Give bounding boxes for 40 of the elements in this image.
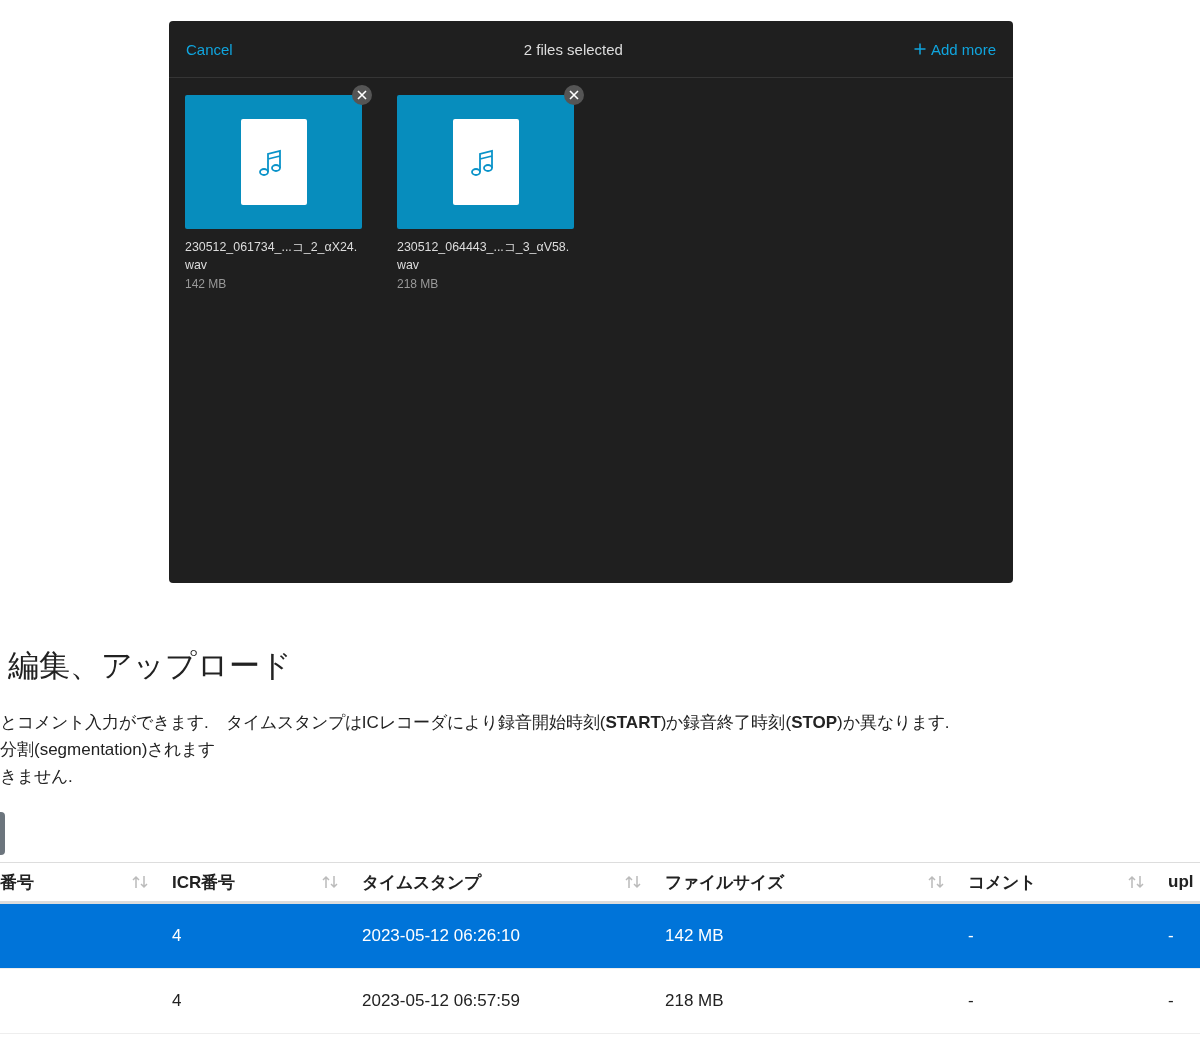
table-cell: 2023-05-12 06:26:10 (362, 926, 520, 945)
sort-icon[interactable] (322, 875, 338, 889)
dialog-title: 2 files selected (523, 40, 623, 58)
remove-button[interactable] (564, 85, 584, 105)
file-name: 230512_064443_...コ_3_αV58.wav (397, 239, 571, 274)
music-file-icon (240, 119, 307, 205)
table-cell: 4 (172, 991, 182, 1010)
table-cell: - (968, 926, 974, 945)
sort-icon[interactable] (625, 875, 641, 889)
column-header[interactable]: コメント (956, 870, 1156, 894)
button[interactable] (0, 812, 5, 855)
note-text: 分割(segmentation)されます (0, 739, 217, 761)
sort-icon[interactable] (1128, 875, 1144, 889)
plus-icon (913, 43, 926, 55)
note-text: きません. (0, 766, 74, 788)
column-header[interactable]: ICR番号 (160, 870, 350, 894)
column-header[interactable]: ファイルサイズ (653, 870, 956, 894)
cancel-button[interactable]: Cancel (186, 40, 233, 58)
table-row[interactable]: 4 2023-05-12 06:57:59 218 MB - - (0, 969, 1200, 1034)
table-cell: 2023-05-12 06:57:59 (362, 991, 520, 1010)
table-cell: - (968, 991, 974, 1010)
music-file-icon (452, 119, 519, 205)
file-size: 218 MB (397, 277, 440, 291)
add-more-button[interactable]: Add more (913, 40, 996, 58)
table-cell: 218 MB (665, 991, 724, 1010)
table-cell: 4 (172, 926, 182, 945)
note-text: とコメント入力ができます. タイムスタンプはICレコーダにより録音開始時刻(START)か録音終了時刻(STOP)か異なります. (0, 712, 951, 734)
sort-icon[interactable] (928, 875, 944, 889)
file-size: 142 MB (185, 277, 228, 291)
table-row[interactable]: 4 2023-05-12 06:26:10 142 MB - - (0, 904, 1200, 969)
file-name: 230512_061734_...コ_2_αX24.wav (185, 239, 359, 274)
remove-button[interactable] (352, 85, 372, 105)
section-heading: 編集、アップロード (8, 647, 293, 685)
column-header[interactable]: 番号 (0, 870, 160, 894)
sort-icon[interactable] (132, 875, 148, 889)
table-cell: 142 MB (665, 926, 724, 945)
column-header[interactable]: upl (1156, 872, 1200, 892)
column-header[interactable]: タイムスタンプ (350, 870, 653, 894)
table-cell: - (1168, 991, 1174, 1010)
table-cell: - (1168, 926, 1174, 945)
